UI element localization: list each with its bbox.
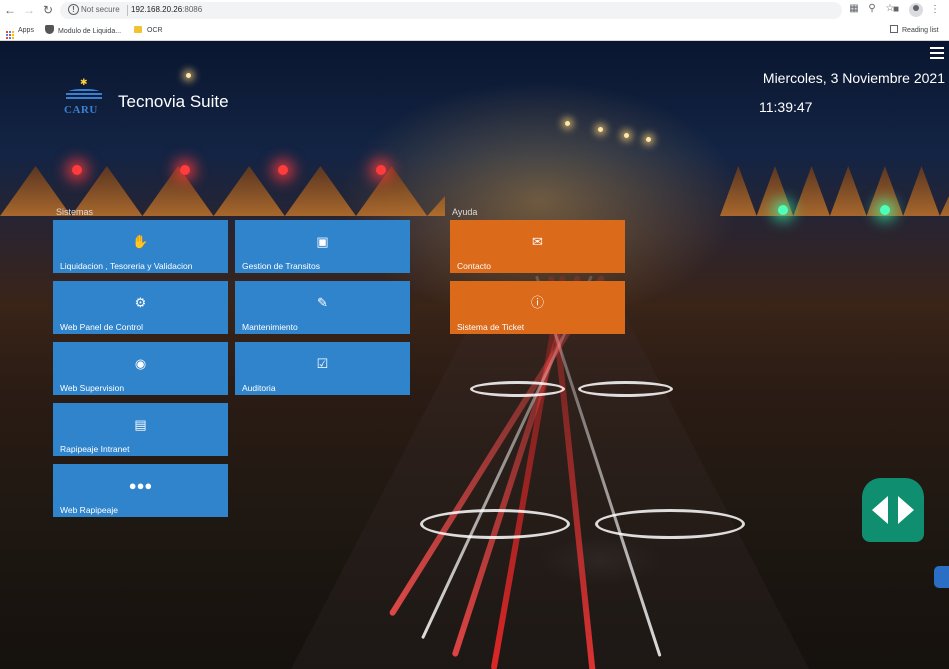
zoom-icon[interactable]: ⚲ [866, 3, 878, 15]
road-marking [420, 509, 570, 539]
envelope-icon: ✉ [532, 234, 543, 249]
more-menu-icon[interactable]: ⋮ [929, 4, 941, 16]
address-bar[interactable]: ! Not secure 192.168.20.26:8086 ▦ ⚲ ☆ [60, 2, 894, 19]
tecnovia-page: ✱ CARU Tecnovia Suite Miercoles, 3 Novie… [0, 41, 949, 669]
reload-icon[interactable]: ↻ [41, 3, 55, 17]
id-card-icon: ▤ [134, 417, 147, 432]
street-lamp [565, 121, 570, 126]
translate-icon[interactable]: ▦ [848, 3, 860, 15]
back-icon[interactable]: ← [3, 3, 17, 17]
section-label-sistemas: Sistemas [56, 207, 94, 217]
security-label: Not secure [81, 5, 120, 14]
reading-list[interactable]: Reading list [890, 25, 939, 37]
info-icon[interactable]: ! [68, 4, 79, 15]
waves-icon [66, 89, 102, 101]
toll-canopy-right [720, 166, 949, 216]
toll-light [278, 165, 288, 175]
users-icon: ●●● [128, 478, 153, 493]
tile-web-supervision[interactable]: ◉ Web Supervision [53, 342, 228, 395]
road-marking [595, 509, 745, 539]
url-port: :8086 [182, 5, 203, 14]
divider [127, 5, 128, 16]
road-marking [470, 381, 565, 397]
bookmark-ocr[interactable]: OCR [134, 25, 163, 37]
toll-light [72, 165, 82, 175]
browser-chrome: ← → ↻ ! Not secure 192.168.20.26:8086 ▦ … [0, 0, 949, 41]
reading-list-label: Reading list [902, 27, 939, 34]
bookmark-apps[interactable]: Apps [6, 25, 34, 39]
road-marking [578, 381, 673, 397]
app-title: Tecnovia Suite [118, 92, 229, 111]
tile-label: Liquidacion , Tesoreria y Validacion [60, 261, 193, 271]
file-edit-icon: ✎ [317, 295, 328, 310]
apps-grid-icon [6, 31, 14, 39]
toll-light [180, 165, 190, 175]
caru-logo: ✱ CARU [62, 77, 108, 119]
ship-icon [45, 25, 54, 34]
street-lamp [646, 137, 651, 142]
current-date: Miercoles, 3 Noviembre 2021 [762, 70, 945, 86]
bookmark-modulo[interactable]: Modulo de Liquida... [45, 25, 121, 37]
tile-auditoria[interactable]: ☑ Auditoria [235, 342, 410, 395]
toll-light [778, 205, 788, 215]
tile-web-panel-de-control[interactable]: ⚙ Web Panel de Control [53, 281, 228, 334]
tile-label: Web Panel de Control [60, 322, 144, 332]
url-host: 192.168.20.26 [131, 5, 183, 14]
tile-label: Rapipeaje Intranet [60, 444, 130, 454]
hand-money-icon: ✋ [132, 234, 149, 249]
tile-web-rapipeaje[interactable]: ●●● Web Rapipeaje [53, 464, 228, 517]
tile-label: Mantenimiento [242, 322, 298, 332]
tile-contacto[interactable]: ✉ Contacto [450, 220, 625, 273]
bookmark-label: Modulo de Liquida... [58, 28, 122, 35]
tile-label: Web Rapipeaje [60, 505, 118, 515]
street-lamp [598, 127, 603, 132]
reading-list-icon [890, 25, 898, 33]
tile-label: Sistema de Ticket [457, 322, 525, 332]
calendar-check-icon: ☑ [316, 356, 329, 371]
users-cog-icon: ⚙ [134, 295, 147, 310]
bookmark-label: Apps [18, 27, 34, 34]
extensions-icon[interactable]: ■ [890, 4, 902, 16]
tile-label: Contacto [457, 261, 492, 271]
browser-toolbar: ← → ↻ ! Not secure 192.168.20.26:8086 ▦ … [0, 0, 949, 21]
bookmark-label: OCR [147, 27, 163, 34]
current-time: 11:39:47 [759, 99, 813, 115]
tile-sistema-de-ticket[interactable]: ⓘ Sistema de Ticket [450, 281, 625, 334]
info-circle-icon: ⓘ [530, 295, 544, 310]
tile-label: Web Supervision [60, 383, 125, 393]
tile-gestion-de-transitos[interactable]: ▣ Gestion de Transitos [235, 220, 410, 273]
street-lamp [186, 73, 191, 78]
car-icon: ▣ [316, 234, 329, 249]
star-icon: ✱ [80, 77, 88, 87]
tile-label: Gestion de Transitos [242, 261, 320, 271]
toll-light [880, 205, 890, 215]
forward-icon[interactable]: → [22, 3, 36, 17]
tile-mantenimiento[interactable]: ✎ Mantenimiento [235, 281, 410, 334]
eye-icon: ◉ [134, 356, 147, 371]
tile-rapipeaje-intranet[interactable]: ▤ Rapipeaje Intranet [53, 403, 228, 456]
tile-liquidacion[interactable]: ✋ Liquidacion , Tesoreria y Validacion [53, 220, 228, 273]
section-label-ayuda: Ayuda [452, 207, 478, 217]
folder-icon [134, 26, 142, 33]
tile-label: Auditoria [242, 383, 276, 393]
bookmarks-bar: Apps Modulo de Liquida... OCR Reading li… [0, 22, 949, 40]
toll-light [376, 165, 386, 175]
lane-sign [862, 478, 924, 542]
side-tab[interactable] [934, 566, 949, 588]
profile-avatar-icon[interactable] [909, 3, 923, 17]
logo-text: CARU [64, 104, 98, 116]
url-text[interactable]: 192.168.20.26:8086 [131, 5, 202, 14]
street-lamp [624, 133, 629, 138]
hamburger-menu-icon[interactable] [930, 47, 944, 59]
